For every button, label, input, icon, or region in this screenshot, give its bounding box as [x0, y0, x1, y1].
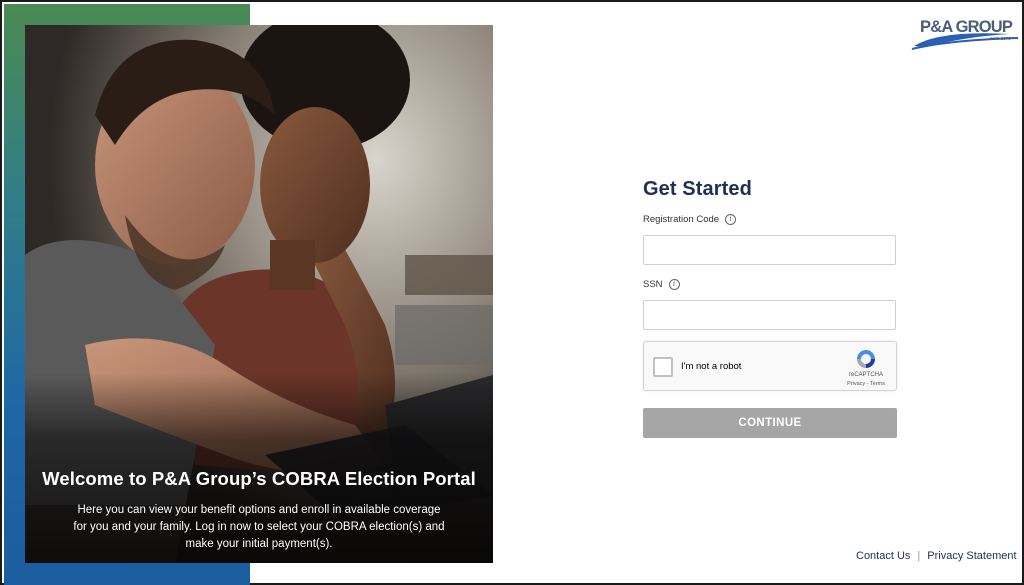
registration-form: Get Started Registration Code i SSN i I'… — [643, 178, 897, 438]
page-frame: Welcome to P&A Group’s COBRA Election Po… — [0, 0, 1024, 585]
logo-wordmark: P&A GROUP — [920, 18, 1013, 36]
recaptcha-privacy-terms[interactable]: Privacy - Terms — [840, 381, 892, 387]
recaptcha-icon — [857, 350, 875, 368]
ssn-label: SSN i — [643, 279, 680, 290]
privacy-statement-link[interactable]: Privacy Statement — [927, 550, 1016, 562]
ssn-label-text: SSN — [643, 279, 663, 290]
recaptcha-widget: I'm not a robot reCAPTCHA Privacy - Term… — [643, 341, 897, 391]
recaptcha-checkbox[interactable] — [653, 357, 673, 377]
ssn-input[interactable] — [643, 300, 896, 330]
info-icon[interactable]: i — [725, 214, 737, 225]
form-title: Get Started — [643, 178, 752, 200]
info-icon[interactable]: i — [668, 279, 680, 290]
registration-code-input[interactable] — [643, 235, 896, 265]
continue-button[interactable]: CONTINUE — [643, 408, 897, 438]
hero-title: Welcome to P&A Group’s COBRA Election Po… — [42, 468, 476, 489]
contact-us-link[interactable]: Contact Us — [856, 550, 910, 562]
hero-description: Here you can view your benefit options a… — [73, 504, 445, 550]
company-logo[interactable]: P&A GROUP EST. 1975 — [910, 16, 1022, 54]
recaptcha-brand: reCAPTCHA — [848, 372, 883, 378]
footer-links: Contact Us | Privacy Statement — [856, 550, 1017, 562]
hero-photo: Welcome to P&A Group’s COBRA Election Po… — [25, 25, 493, 563]
recaptcha-label: I'm not a robot — [681, 361, 742, 372]
registration-code-label-text: Registration Code — [643, 214, 720, 225]
logo-established: EST. 1975 — [990, 36, 1011, 41]
footer-separator: | — [917, 550, 921, 562]
registration-code-label: Registration Code i — [643, 214, 737, 225]
